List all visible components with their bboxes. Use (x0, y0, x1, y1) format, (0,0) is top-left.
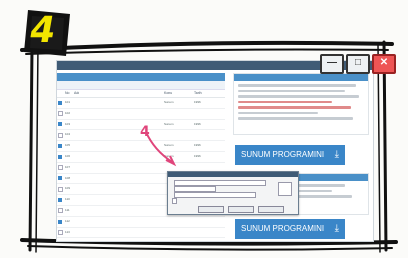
cell-name (74, 109, 164, 119)
cell-date (194, 228, 214, 238)
maximize-button[interactable]: □ (346, 54, 370, 74)
cell-no: 102 (65, 110, 71, 115)
close-button[interactable]: ✕ (372, 54, 396, 74)
cell-no: 103 (65, 121, 71, 126)
row-checkbox[interactable] (58, 154, 62, 159)
dialog-title (168, 172, 298, 177)
cell-name (74, 98, 164, 108)
cell-no: 101 (65, 100, 71, 104)
row-checkbox[interactable] (57, 240, 63, 241)
cell-no: 110 (65, 197, 70, 202)
row-checkbox[interactable] (58, 122, 62, 127)
table-body: 101 Sunum 1996 102 103 Sunum 1996 104 105 Sunum 19… (57, 98, 225, 241)
row-checkbox[interactable] (58, 176, 62, 181)
cell-type: Sunum (164, 100, 174, 104)
table-header: No Adı Konu Tarih (57, 90, 225, 98)
row-checkbox[interactable] (57, 165, 63, 171)
row-checkbox[interactable] (58, 219, 62, 224)
page: 4 No Adı Konu Tarih 101 Sunum 1996 102 103 Su… (0, 0, 408, 258)
cell-date (194, 217, 214, 227)
dialog-row (172, 180, 266, 186)
cell-date (194, 109, 214, 119)
cell-name (74, 206, 164, 216)
cell-no: 107 (65, 164, 71, 169)
table-row[interactable]: 113 (57, 228, 225, 239)
dialog-row (172, 198, 179, 204)
row-checkbox[interactable] (57, 132, 63, 138)
cell-no: 114 (63, 238, 74, 241)
cell-name (74, 174, 164, 184)
cell-no: 108 (65, 175, 71, 180)
download-dialog (167, 171, 299, 215)
cell-type (164, 109, 194, 119)
cell-no: 111 (65, 207, 70, 212)
remember-checkbox[interactable] (172, 198, 177, 204)
list-panel-header (57, 73, 225, 81)
cell-no: 106 (65, 153, 71, 158)
cell-date (194, 238, 214, 241)
url-field[interactable] (174, 180, 266, 186)
cell-date: 1996 (194, 153, 201, 158)
table-row[interactable]: 112 (57, 217, 225, 228)
cell-no: 104 (65, 132, 71, 137)
dialog-row (172, 186, 216, 192)
cell-name (74, 238, 164, 241)
row-checkbox[interactable] (58, 144, 62, 149)
folder-icon[interactable] (278, 182, 292, 196)
cell-date (194, 130, 214, 140)
table-row[interactable]: 101 Sunum 1996 (57, 98, 225, 109)
cell-name (74, 184, 164, 194)
row-checkbox[interactable] (57, 111, 63, 117)
info-panel: SUNUM PROGRAMINI İNDİR ⤓ SUNUM PROGRAMIN… (229, 73, 373, 241)
minimize-button[interactable]: — (320, 54, 344, 74)
cell-no: 109 (65, 186, 71, 191)
row-checkbox[interactable] (57, 208, 63, 214)
dialog-button[interactable] (258, 206, 284, 213)
cell-no: 105 (65, 143, 71, 148)
cell-name (74, 195, 164, 205)
download-button-label: SUNUM PROGRAMINI İNDİR (241, 224, 325, 233)
save-path-field[interactable] (174, 192, 256, 198)
cell-type (164, 228, 194, 238)
download-icon: ⤓ (334, 223, 339, 234)
dialog-button[interactable] (198, 206, 224, 213)
app-screenshot: No Adı Konu Tarih 101 Sunum 1996 102 103 Sunu… (56, 60, 374, 242)
col-header[interactable]: Tarih (194, 90, 214, 97)
row-checkbox[interactable] (57, 229, 63, 235)
category-select[interactable] (174, 186, 216, 192)
list-toolbar (57, 81, 225, 90)
cell-type (164, 217, 194, 227)
window-controls: — □ ✕ (320, 54, 402, 74)
cell-no: 112 (65, 218, 70, 223)
cell-name (74, 228, 164, 238)
download-icon: ⤓ (334, 149, 339, 160)
cell-type (164, 238, 194, 241)
cell-date: 1996 (194, 143, 201, 148)
table-row[interactable]: 102 (57, 109, 225, 120)
cell-no: 113 (65, 229, 70, 234)
dialog-row (172, 192, 256, 198)
row-checkbox[interactable] (57, 186, 63, 192)
cell-date: 1996 (194, 100, 201, 104)
info-box-top (233, 73, 369, 135)
download-program-button[interactable]: SUNUM PROGRAMINI İNDİR ⤓ (235, 219, 345, 239)
dialog-button[interactable] (228, 206, 254, 213)
table-row[interactable]: 114 (57, 238, 225, 241)
col-header[interactable]: No (63, 90, 74, 97)
row-checkbox[interactable] (58, 198, 62, 203)
col-header[interactable]: Konu (164, 90, 194, 97)
col-header[interactable]: Adı (74, 90, 164, 97)
cell-name (74, 217, 164, 227)
download-program-button[interactable]: SUNUM PROGRAMINI İNDİR ⤓ (235, 145, 345, 179)
annotation-number: 4 (140, 124, 150, 140)
row-checkbox[interactable] (58, 100, 62, 105)
cell-date: 1996 (194, 121, 201, 126)
